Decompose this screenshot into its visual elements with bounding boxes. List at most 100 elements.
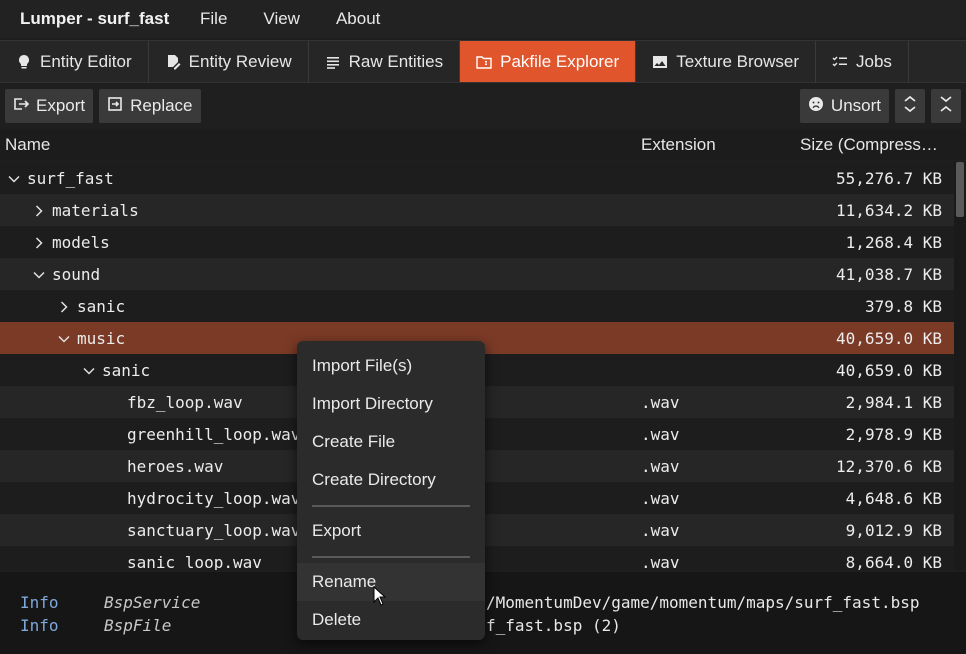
tree-row-name: materials: [30, 201, 139, 220]
folder-zip-icon: [476, 54, 492, 70]
menu-create-file[interactable]: Create File: [297, 423, 485, 461]
tab-entity-editor[interactable]: Entity Editor: [0, 41, 149, 82]
menu-view[interactable]: View: [245, 9, 318, 29]
tree-row-label: fbz_loop.wav: [127, 393, 243, 412]
tab-label: Entity Editor: [40, 51, 132, 71]
context-menu: Import File(s) Import Directory Create F…: [297, 341, 485, 640]
chevron-right-icon[interactable]: [30, 234, 48, 252]
export-icon: [13, 96, 30, 117]
sad-face-icon: [808, 96, 824, 117]
column-header-name[interactable]: Name: [5, 135, 50, 155]
tree-row-label: hydrocity_loop.wav: [127, 489, 301, 508]
edit-document-icon: [165, 54, 181, 70]
tree-row-label: music: [77, 329, 126, 348]
tree-row-label: sanic_loop.wav: [127, 553, 262, 570]
tree-row[interactable]: models 1,268.4 KB: [0, 226, 954, 258]
tree-row-label: sanic: [77, 297, 126, 316]
column-header-extension[interactable]: Extension: [641, 135, 716, 155]
tree-row-size: 40,659.0 KB: [836, 361, 942, 380]
tree-row[interactable]: sound 41,038.7 KB: [0, 258, 954, 290]
toolbar: Export Replace Unsort: [0, 84, 966, 128]
tab-jobs[interactable]: Jobs: [816, 41, 909, 82]
lightbulb-icon: [16, 54, 32, 70]
tree-row[interactable]: materials 11,634.2 KB: [0, 194, 954, 226]
menu-file[interactable]: File: [182, 9, 245, 29]
chevron-down-icon[interactable]: [5, 170, 23, 188]
tab-label: Texture Browser: [676, 51, 800, 71]
table-header: Name Extension Size (Compressed): [0, 130, 966, 160]
tab-pakfile-explorer[interactable]: Pakfile Explorer: [460, 41, 637, 82]
tab-entity-review[interactable]: Entity Review: [149, 41, 309, 82]
tree-row-size: 8,664.0 KB: [845, 553, 942, 570]
tree-row-label: sanctuary_loop.wav: [127, 521, 301, 540]
menu-separator: [297, 499, 485, 512]
tree-row-name: music: [55, 329, 125, 348]
tree-row[interactable]: surf_fast 55,276.7 KB: [0, 162, 954, 194]
chevron-right-icon[interactable]: [55, 298, 73, 316]
tree-row-name: sanic: [55, 297, 125, 316]
tree-row-name: sound: [30, 265, 100, 284]
tree-row-label: sanic: [102, 361, 151, 380]
tree-row-name: sanctuary_loop.wav: [127, 521, 300, 540]
tab-bar: Entity Editor Entity Review Raw Entities…: [0, 40, 966, 83]
tree-row-extension: .wav: [641, 521, 680, 540]
chevron-down-icon[interactable]: [30, 266, 48, 284]
tree-row-label: surf_fast: [27, 169, 114, 188]
tree-row-name: fbz_loop.wav: [127, 393, 243, 412]
collapse-all-icon: [939, 95, 953, 118]
app-title: Lumper - surf_fast: [20, 9, 170, 28]
menu-import-files[interactable]: Import File(s): [297, 347, 485, 385]
menu-create-directory[interactable]: Create Directory: [297, 461, 485, 499]
tree-scrollbar[interactable]: [954, 162, 966, 570]
log-level: Info: [20, 616, 59, 635]
tree-row-extension: .wav: [641, 425, 680, 444]
menu-about[interactable]: About: [318, 9, 398, 29]
tree-row-extension: .wav: [641, 553, 680, 570]
tree-row-label: models: [52, 233, 110, 252]
tree-row-label: materials: [52, 201, 139, 220]
tree-row[interactable]: sanic 379.8 KB: [0, 290, 954, 322]
replace-button[interactable]: Replace: [99, 89, 201, 123]
export-label: Export: [36, 96, 86, 115]
export-button[interactable]: Export: [5, 89, 94, 123]
tree-row-size: 2,978.9 KB: [845, 425, 942, 444]
tab-label: Pakfile Explorer: [500, 51, 620, 71]
tree-row-size: 40,659.0 KB: [836, 329, 942, 348]
image-icon: [652, 54, 668, 70]
chevron-down-icon[interactable]: [80, 362, 98, 380]
menu-export[interactable]: Export: [297, 512, 485, 550]
tree-row-size: 12,370.6 KB: [836, 457, 942, 476]
unsort-label: Unsort: [830, 96, 881, 115]
chevron-right-icon[interactable]: [30, 202, 48, 220]
tree-row-extension: .wav: [641, 489, 680, 508]
log-message: f_fast.bsp (2): [486, 616, 621, 635]
unsort-button[interactable]: Unsort: [799, 89, 889, 123]
column-header-size[interactable]: Size (Compressed): [800, 135, 940, 155]
tab-texture-browser[interactable]: Texture Browser: [636, 41, 817, 82]
chevron-down-icon[interactable]: [55, 330, 73, 348]
tree-row-size: 9,012.9 KB: [845, 521, 942, 540]
replace-icon: [107, 96, 123, 117]
tree-row-name: hydrocity_loop.wav: [127, 489, 300, 508]
tree-row-size: 4,648.6 KB: [845, 489, 942, 508]
tab-label: Entity Review: [188, 51, 292, 71]
tree-row-size: 55,276.7 KB: [836, 169, 942, 188]
tree-row-size: 41,038.7 KB: [836, 265, 942, 284]
tree-row-size: 2,984.1 KB: [845, 393, 942, 412]
tab-raw-entities[interactable]: Raw Entities: [309, 41, 461, 82]
tree-row-size: 11,634.2 KB: [836, 201, 942, 220]
tree-row-name: greenhill_loop.wav: [127, 425, 300, 444]
checklist-icon: [832, 54, 848, 70]
tree-row-name: models: [30, 233, 110, 252]
menu-import-directory[interactable]: Import Directory: [297, 385, 485, 423]
expand-all-button[interactable]: [895, 89, 925, 123]
menu-delete[interactable]: Delete: [297, 601, 485, 639]
log-message: /MomentumDev/game/momentum/maps/surf_fas…: [486, 593, 920, 612]
tree-row-extension: .wav: [641, 457, 680, 476]
tree-row-name: heroes.wav: [127, 457, 223, 476]
mouse-cursor-icon: [373, 586, 387, 606]
collapse-all-button[interactable]: [931, 89, 961, 123]
expand-all-icon: [903, 95, 917, 118]
menu-rename[interactable]: Rename: [297, 563, 485, 601]
scrollbar-thumb[interactable]: [956, 162, 964, 217]
